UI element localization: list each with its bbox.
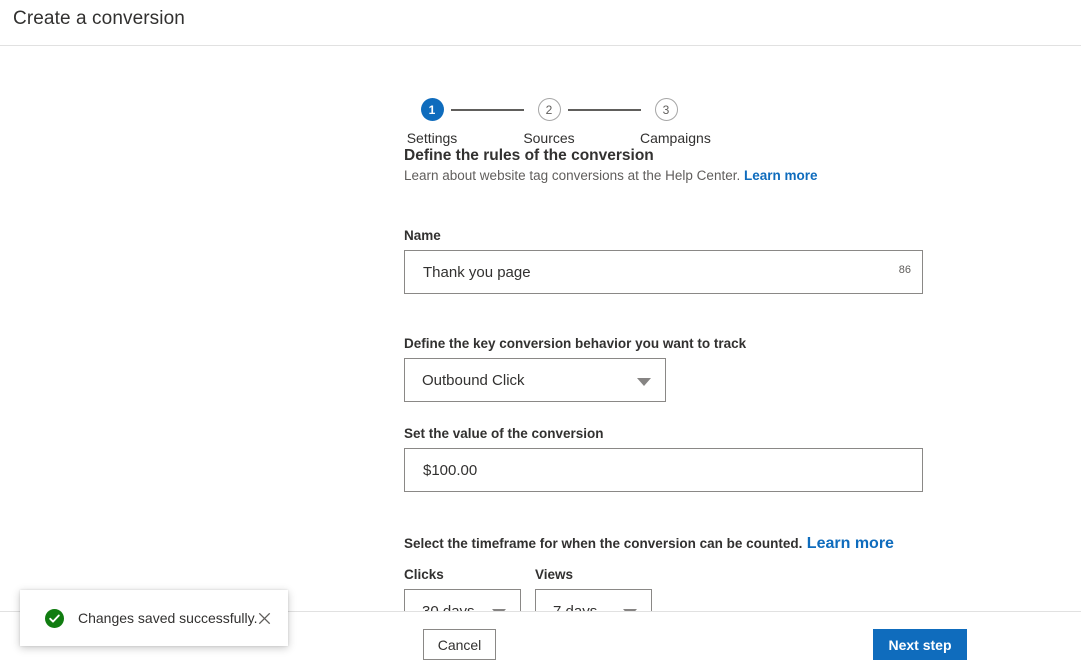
views-field-group: Views 7 days xyxy=(535,567,652,611)
stepper-connector-1-2 xyxy=(451,109,524,111)
stepper-step-sources[interactable]: 2 Sources xyxy=(523,98,575,146)
toast-message: Changes saved successfully. xyxy=(78,610,258,626)
name-label: Name xyxy=(404,228,441,243)
chevron-down-icon xyxy=(637,378,651,386)
page-title: Create a conversion xyxy=(13,8,185,29)
success-toast: Changes saved successfully. xyxy=(20,590,288,646)
create-conversion-page: Create a conversion 1 Settings 2 Sources… xyxy=(0,0,1081,663)
clicks-window-value: 30 days xyxy=(422,602,475,612)
timeframe-text: Select the timeframe for when the conver… xyxy=(404,536,803,551)
behavior-select-value: Outbound Click xyxy=(422,371,525,389)
views-window-select[interactable]: 7 days xyxy=(535,589,652,611)
cancel-button[interactable]: Cancel xyxy=(423,629,496,660)
views-label: Views xyxy=(535,567,574,582)
behavior-label: Define the key conversion behavior you w… xyxy=(404,336,747,351)
behavior-field-group: Define the key conversion behavior you w… xyxy=(404,336,924,402)
section-subtitle-text: Learn about website tag conversions at t… xyxy=(404,168,741,183)
success-check-icon xyxy=(45,608,64,628)
step-label-settings: Settings xyxy=(406,130,458,146)
step-label-sources: Sources xyxy=(523,130,575,146)
name-field-group: Name Thank you page 86 xyxy=(404,228,924,294)
step-number-badge-3: 3 xyxy=(654,98,678,121)
step-number-badge-1: 1 xyxy=(420,98,444,121)
name-character-counter: 86 xyxy=(898,264,911,276)
timeframe-learn-more-link[interactable]: Learn more xyxy=(807,535,894,552)
views-window-value: 7 days xyxy=(553,602,598,612)
next-step-button[interactable]: Next step xyxy=(873,629,967,660)
help-center-learn-more-link[interactable]: Learn more xyxy=(744,168,818,183)
step-label-campaigns: Campaigns xyxy=(640,130,711,146)
behavior-select[interactable]: Outbound Click xyxy=(404,358,666,402)
conversion-settings-form: Define the rules of the conversion Learn… xyxy=(404,147,924,611)
clicks-field-group: Clicks 30 days xyxy=(404,567,521,611)
timeframe-selects: Clicks 30 days Views 7 days xyxy=(404,567,924,611)
name-input-value: Thank you page xyxy=(423,263,531,281)
stepper-connector-2-3 xyxy=(568,109,641,111)
stepper-step-campaigns[interactable]: 3 Campaigns xyxy=(640,98,711,146)
conversion-value-input-value: $100.00 xyxy=(423,461,478,479)
step-number-badge-2: 2 xyxy=(537,98,561,121)
section-title: Define the rules of the conversion xyxy=(404,147,654,164)
clicks-label: Clicks xyxy=(404,567,444,582)
stepper-step-settings[interactable]: 1 Settings xyxy=(406,98,458,146)
timeframe-description: Select the timeframe for when the conver… xyxy=(404,535,924,553)
wizard-stepper: 1 Settings 2 Sources 3 Campaigns xyxy=(404,71,711,146)
clicks-window-select[interactable]: 30 days xyxy=(404,589,521,611)
page-header: Create a conversion xyxy=(0,0,1081,46)
close-icon[interactable] xyxy=(254,608,274,628)
content-scroll-region[interactable]: 1 Settings 2 Sources 3 Campaigns Define … xyxy=(0,47,1081,611)
conversion-value-input[interactable]: $100.00 xyxy=(404,448,923,492)
name-input[interactable]: Thank you page 86 xyxy=(404,250,923,294)
value-field-group: Set the value of the conversion $100.00 xyxy=(404,426,924,492)
value-label: Set the value of the conversion xyxy=(404,426,604,441)
section-subtitle: Learn about website tag conversions at t… xyxy=(404,168,924,183)
